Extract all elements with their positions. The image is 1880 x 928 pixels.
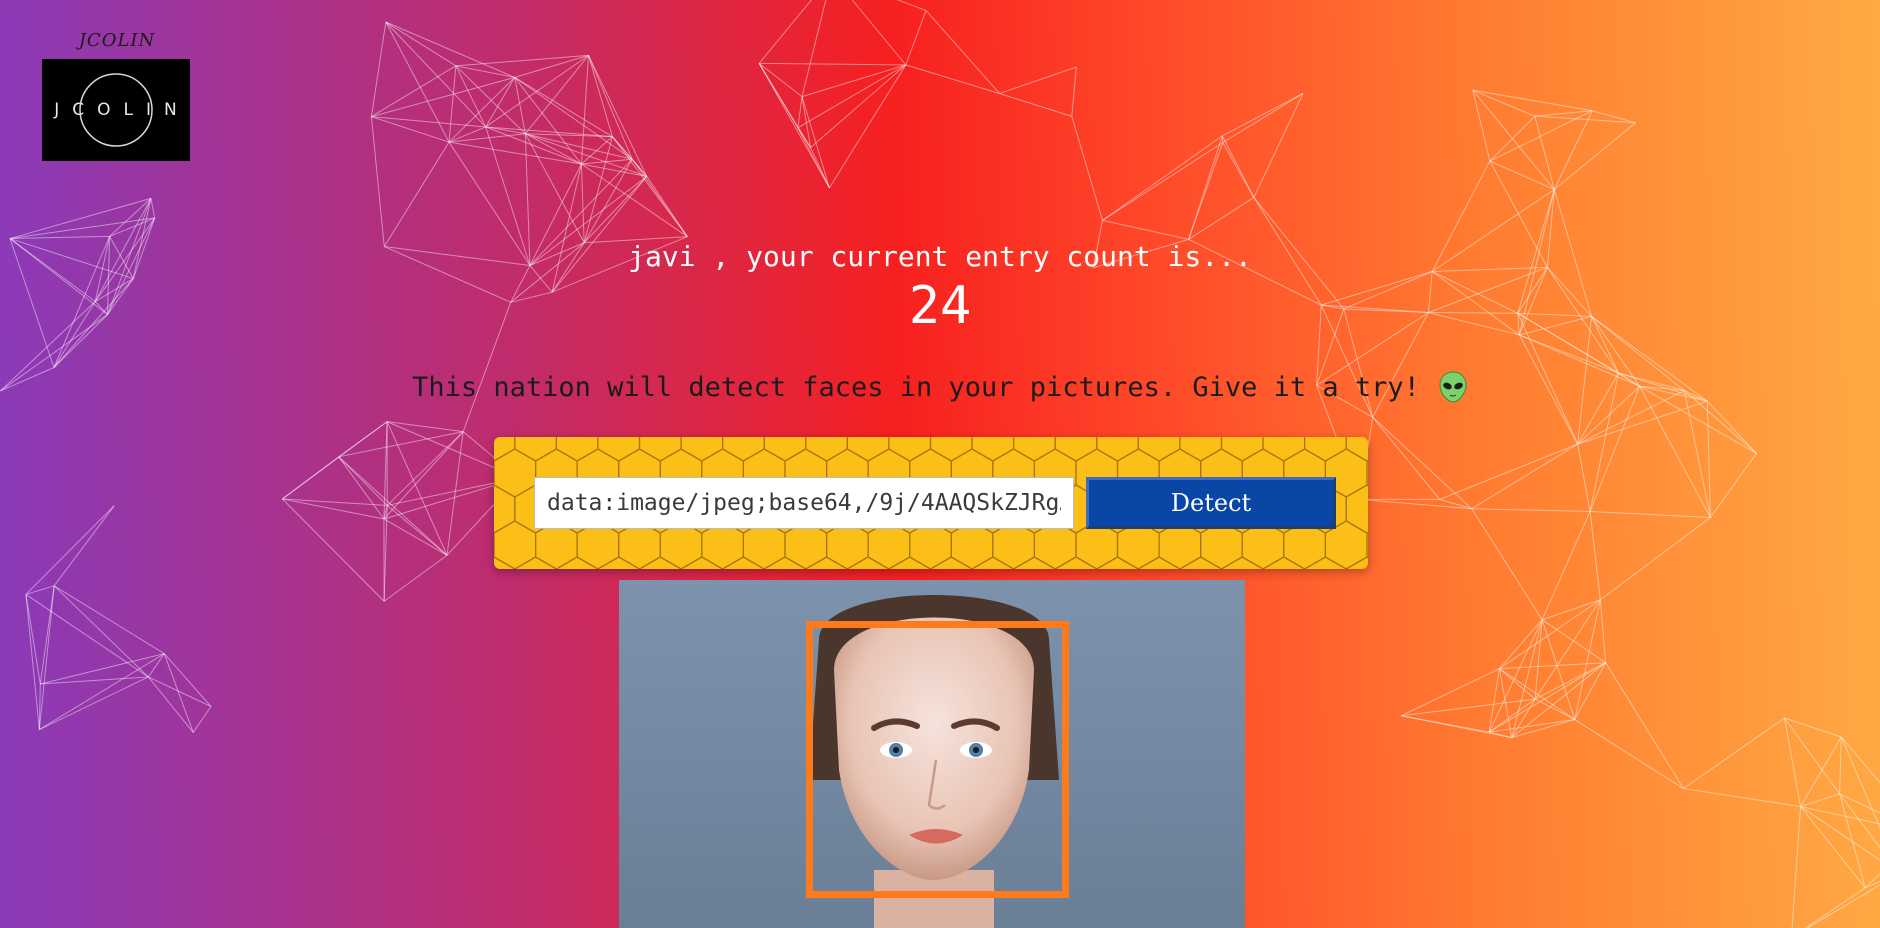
image-url-input[interactable] <box>534 477 1074 529</box>
result-image <box>619 580 1245 928</box>
logo-text: JCOLIN <box>54 100 190 120</box>
entry-count: 24 <box>908 276 972 336</box>
brand: JCOLIN JCOLIN <box>42 30 192 161</box>
brand-logo[interactable]: JCOLIN <box>42 59 190 161</box>
tagline-text: This nation will detect faces in your pi… <box>412 371 1420 403</box>
brand-name: JCOLIN <box>78 30 156 51</box>
tagline: This nation will detect faces in your pi… <box>0 370 1880 404</box>
face-bounding-box <box>806 621 1069 898</box>
detect-button[interactable]: Detect <box>1086 477 1336 529</box>
alien-icon <box>1438 370 1468 404</box>
detect-form-panel: Detect <box>494 437 1368 569</box>
entry-greeting: javi , your current entry count is... <box>628 240 1252 273</box>
